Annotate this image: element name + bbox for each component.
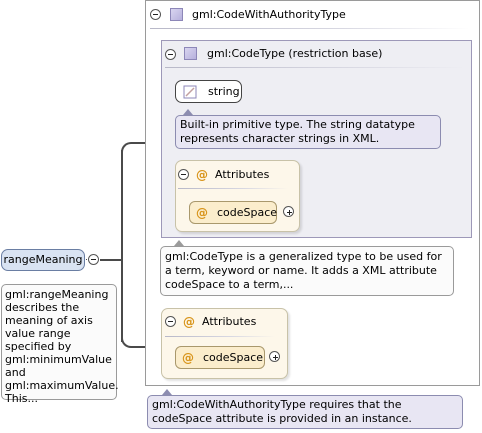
header-divider (150, 28, 470, 29)
attributes-divider (178, 188, 288, 189)
connector-curve-bottom (121, 336, 135, 348)
header-divider (165, 67, 465, 68)
collapse-complex-type-button[interactable] (150, 9, 161, 20)
base-type-title: gml:CodeType (restriction base) (207, 47, 383, 60)
collapse-base-type-button[interactable] (165, 49, 176, 60)
element-annotation: gml:rangeMeaning describes the meaning o… (1, 284, 119, 405)
codespace-label: codeSpace (203, 350, 264, 364)
complex-type-title: gml:CodeWithAuthorityType (192, 8, 346, 21)
codespace-attribute[interactable]: @ codeSpace (175, 346, 265, 369)
complex-type-annotation: gml:CodeWithAuthorityType requires that … (147, 395, 463, 429)
collapse-attributes-button[interactable] (165, 316, 176, 327)
string-type-icon (183, 85, 197, 98)
codespace-label: codeSpace (217, 205, 278, 219)
attributes-label: Attributes (215, 168, 270, 181)
collapse-attributes-button[interactable] (178, 169, 189, 180)
range-meaning-element[interactable]: rangeMeaning (1, 249, 85, 271)
string-type-node[interactable]: string (175, 80, 242, 103)
connector-line (86, 259, 87, 260)
attribute-icon: @ (196, 205, 208, 220)
string-annotation: Built-in primitive type. The string data… (175, 115, 441, 149)
collapse-element-button[interactable] (88, 254, 99, 265)
codespace-attribute[interactable]: @ codeSpace (189, 201, 277, 224)
attributes-icon: @ (196, 168, 208, 182)
attribute-icon: @ (182, 350, 194, 365)
connector-curve-top (121, 142, 135, 154)
string-type-label: string (208, 84, 240, 98)
base-type-annotation: gml:CodeType is a generalized type to be… (160, 246, 454, 296)
connector-vertical (121, 150, 123, 342)
range-meaning-label: rangeMeaning (3, 253, 83, 266)
expand-codespace-button[interactable] (269, 351, 280, 362)
expand-codespace-button[interactable] (283, 206, 294, 217)
attributes-icon: @ (183, 315, 195, 329)
attributes-divider (165, 336, 275, 337)
complex-type-icon (170, 8, 183, 21)
attributes-label: Attributes (202, 315, 257, 328)
connector-stub (100, 259, 122, 261)
base-type-icon (184, 47, 197, 60)
